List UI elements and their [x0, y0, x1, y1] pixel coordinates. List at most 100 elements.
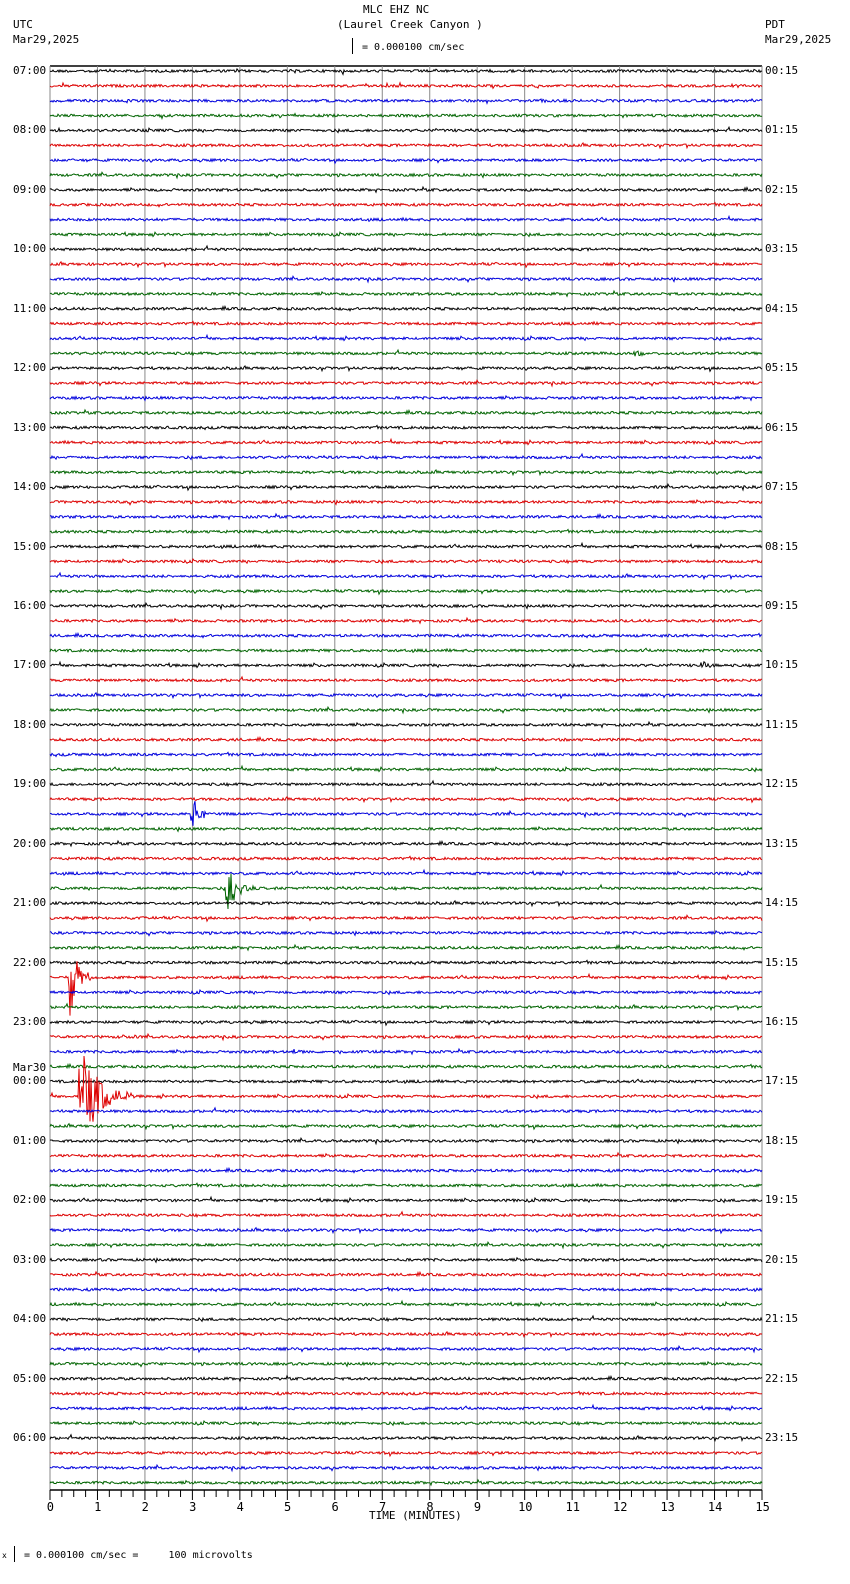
trace-row — [49, 631, 763, 639]
pdt-hour-label: 08:15 — [765, 539, 799, 553]
trace-row — [49, 735, 763, 743]
x-tick-label: 9 — [473, 1500, 482, 1514]
trace-row — [49, 289, 763, 298]
pdt-hour-label: 20:15 — [765, 1252, 799, 1266]
pdt-hour-label: 16:15 — [765, 1015, 799, 1029]
x-tick-label: 11 — [565, 1500, 580, 1514]
x-tick-label: 0 — [46, 1500, 54, 1514]
trace-row — [49, 1019, 763, 1027]
trace-row — [49, 1299, 763, 1308]
trace-row — [49, 705, 763, 715]
trace-row — [49, 1122, 762, 1131]
utc-hour-label: 23:00 — [13, 1015, 47, 1029]
trace-row — [49, 647, 763, 654]
trace-row — [49, 691, 763, 700]
utc-hour-label: 21:00 — [13, 896, 47, 910]
trace-row — [49, 558, 763, 565]
trace-row — [49, 779, 763, 788]
trace-row — [49, 408, 763, 416]
pdt-hour-label: 05:15 — [765, 361, 799, 375]
x-tick-label: 4 — [236, 1500, 244, 1514]
trace-row — [49, 1433, 763, 1443]
trace-row — [49, 185, 763, 194]
trace-row — [49, 333, 762, 342]
pdt-hour-label: 23:15 — [765, 1431, 799, 1445]
trace-row — [49, 97, 763, 105]
utc-hour-label: 08:00 — [13, 123, 47, 137]
trace-row — [49, 1256, 763, 1264]
trace-row — [49, 1078, 763, 1085]
x-tick-label: 5 — [284, 1500, 292, 1514]
trace-row — [49, 1286, 763, 1293]
utc-hour-label: 20:00 — [13, 836, 47, 850]
trace-row — [49, 1032, 763, 1042]
trace-row — [49, 157, 763, 165]
trace-row — [49, 1374, 763, 1383]
x-tick-label: 10 — [518, 1500, 533, 1514]
trace-row — [50, 571, 763, 581]
trace-row — [49, 230, 763, 238]
utc-hour-label: 13:00 — [13, 420, 47, 434]
trace-row — [49, 81, 763, 90]
trace-row — [49, 1314, 763, 1323]
trace-row — [49, 260, 763, 269]
trace-row — [49, 1182, 763, 1189]
trace-row — [49, 588, 763, 596]
trace-row — [49, 1403, 763, 1412]
trace-row — [49, 379, 763, 388]
utc-hour-label: 06:00 — [13, 1431, 47, 1445]
trace-row — [49, 1136, 763, 1146]
pdt-hour-label: 04:15 — [765, 301, 799, 315]
pdt-hour-label: 17:15 — [765, 1074, 799, 1088]
utc-hour-label: 10:00 — [13, 242, 47, 256]
footer-marker: x — [2, 1551, 7, 1560]
trace-row — [49, 1360, 763, 1368]
x-tick-label: 2 — [141, 1500, 149, 1514]
trace-row — [49, 201, 763, 208]
trace-row — [49, 275, 763, 284]
trace-row — [49, 1390, 763, 1397]
trace-row — [49, 1047, 763, 1056]
trace-row — [49, 855, 763, 862]
pdt-hour-label: 11:15 — [765, 717, 799, 731]
trace-row — [49, 1419, 763, 1427]
trace-row — [49, 541, 763, 550]
pdt-hour-label: 19:15 — [765, 1193, 799, 1207]
trace-row — [49, 675, 762, 683]
trace-row — [49, 1106, 763, 1114]
trace-row — [49, 320, 763, 327]
trace-row — [49, 989, 763, 996]
pdt-hour-label: 00:15 — [765, 64, 799, 77]
utc-hour-label: 09:00 — [13, 182, 47, 196]
pdt-hour-label: 02:15 — [765, 182, 799, 196]
utc-hour-label: 18:00 — [13, 717, 47, 731]
trace-row — [49, 304, 763, 312]
trace-row — [49, 1240, 763, 1250]
trace-row — [49, 1478, 763, 1487]
trace-row — [49, 394, 763, 402]
trace-row — [49, 125, 763, 134]
pdt-hour-label: 01:15 — [765, 123, 799, 137]
pdt-hour-label: 13:15 — [765, 836, 799, 850]
trace-row — [49, 959, 763, 966]
trace-row — [49, 795, 763, 804]
trace-row — [49, 1151, 763, 1160]
trace-row — [50, 348, 763, 357]
helicorder-plot — [49, 65, 763, 1500]
utc-hour-label: 17:00 — [13, 658, 47, 672]
trace-row — [49, 67, 763, 76]
trace-row — [49, 1344, 763, 1354]
trace-row — [49, 929, 763, 937]
trace-row — [49, 1062, 763, 1070]
trace-row — [49, 1450, 763, 1458]
trace-row — [49, 1330, 763, 1339]
trace-row — [49, 868, 763, 877]
utc-hour-label: 19:00 — [13, 777, 47, 791]
pdt-hour-label: 22:15 — [765, 1371, 799, 1385]
utc-hour-label: 22:00 — [13, 955, 47, 969]
trace-row — [49, 943, 763, 952]
utc-hour-label: 07:00 — [13, 64, 47, 77]
utc-hour-label: 03:00 — [13, 1252, 47, 1266]
pdt-hour-label: 09:15 — [765, 598, 799, 612]
utc-hour-label: 12:00 — [13, 361, 47, 375]
